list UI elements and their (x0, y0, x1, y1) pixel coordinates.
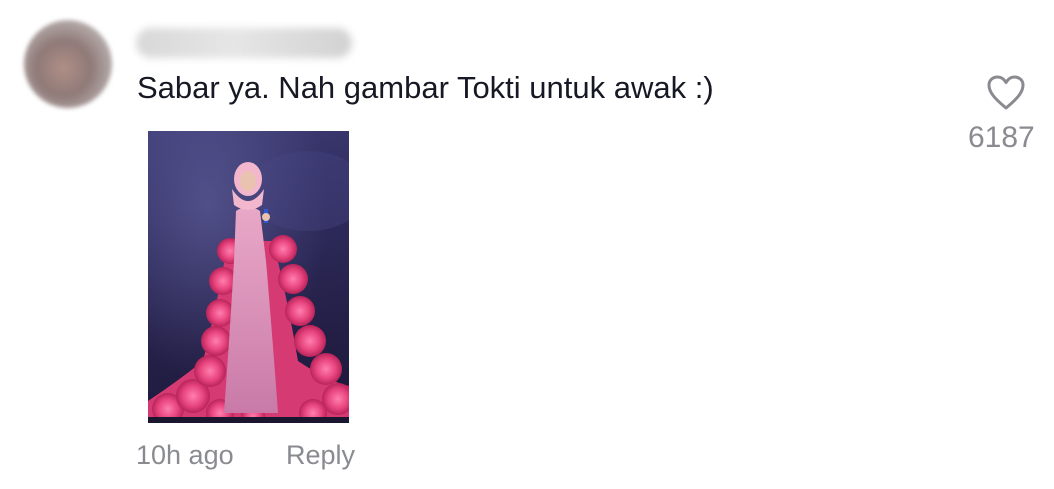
comment-image[interactable] (148, 131, 349, 423)
comment-timestamp: 10h ago (136, 440, 234, 470)
comment-text: Sabar ya. Nah gambar Tokti untuk awak :) (137, 70, 714, 105)
reply-button[interactable]: Reply (286, 438, 355, 472)
username-blurred[interactable] (136, 28, 352, 58)
like-heart-icon[interactable] (986, 74, 1026, 112)
performer-photo (148, 131, 349, 423)
like-count: 6187 (968, 121, 1035, 154)
avatar[interactable] (24, 20, 112, 108)
